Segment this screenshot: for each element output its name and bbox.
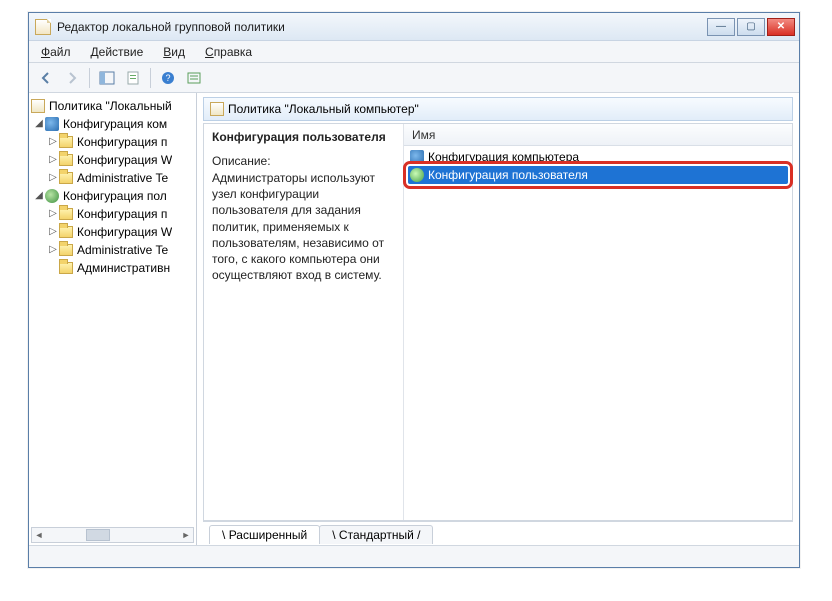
statusbar [29,545,799,567]
pane-header: Политика "Локальный компьютер" [203,97,793,121]
show-hide-tree-button[interactable] [96,67,118,89]
help-button[interactable]: ? [157,67,179,89]
tab-standard[interactable]: \ Стандартный / [319,525,433,544]
details-pane: Политика "Локальный компьютер" Конфигура… [197,93,799,545]
description-text: Администраторы используют узел конфигура… [212,170,395,283]
tree-hscrollbar[interactable]: ◄ ► [31,527,194,543]
tree-item[interactable]: ▷ Конфигурация W [29,223,196,241]
description-label: Описание: [212,154,395,168]
list-item-label: Конфигурация компьютера [428,150,579,164]
description-column: Конфигурация пользователя Описание: Адми… [204,124,404,520]
list-column: Имя Конфигурация компьютера Конфигурация… [404,124,792,520]
close-button[interactable]: ✕ [767,18,795,36]
expand-icon[interactable]: ▷ [47,226,59,238]
menu-help[interactable]: Справка [197,43,260,61]
tree-pane[interactable]: Политика "Локальный ◢ Конфигурация ком ▷… [29,93,197,545]
titlebar[interactable]: Редактор локальной групповой политики — … [29,13,799,41]
computer-icon [410,150,424,164]
collapse-icon[interactable]: ◢ [33,190,45,202]
window-frame: Редактор локальной групповой политики — … [28,12,800,568]
tree-item[interactable]: Административн [29,259,196,277]
description-heading: Конфигурация пользователя [212,130,395,144]
filter-button[interactable] [183,67,205,89]
tree-root[interactable]: Политика "Локальный [29,97,196,115]
folder-icon [59,262,73,274]
expand-icon[interactable]: ▷ [47,208,59,220]
computer-icon [45,117,59,131]
user-icon [410,168,424,182]
toolbar: ? [29,63,799,93]
tree-user-config[interactable]: ◢ Конфигурация пол [29,187,196,205]
expand-icon[interactable]: ▷ [47,172,59,184]
scroll-thumb[interactable] [86,529,110,541]
menu-file[interactable]: Файл [33,43,79,61]
expand-icon[interactable]: ▷ [47,244,59,256]
maximize-button[interactable]: ▢ [737,18,765,36]
user-icon [45,189,59,203]
svg-text:?: ? [165,73,170,83]
folder-icon [59,154,73,166]
tree-item[interactable]: ▷ Administrative Te [29,241,196,259]
menu-action[interactable]: Действие [83,43,152,61]
tree-computer-config[interactable]: ◢ Конфигурация ком [29,115,196,133]
list-item-user-config[interactable]: Конфигурация пользователя [408,166,788,184]
tree-item[interactable]: ▷ Конфигурация W [29,151,196,169]
properties-button[interactable] [122,67,144,89]
tree-item[interactable]: ▷ Конфигурация п [29,133,196,151]
folder-icon [59,226,73,238]
expand-icon[interactable]: ▷ [47,154,59,166]
scroll-left-icon[interactable]: ◄ [32,528,46,542]
expand-icon[interactable]: ▷ [47,136,59,148]
list-item-label: Конфигурация пользователя [428,168,588,182]
folder-icon [59,208,73,220]
policy-icon [210,102,224,116]
column-header-name[interactable]: Имя [404,124,792,146]
nav-forward-button[interactable] [61,67,83,89]
tree-item[interactable]: ▷ Administrative Te [29,169,196,187]
tab-extended[interactable]: \ Расширенный [209,525,320,544]
app-icon [35,19,51,35]
nav-back-button[interactable] [35,67,57,89]
policy-icon [31,99,45,113]
collapse-icon[interactable]: ◢ [33,118,45,130]
menu-view[interactable]: Вид [155,43,193,61]
menubar: Файл Действие Вид Справка [29,41,799,63]
folder-icon [59,172,73,184]
pane-header-title: Политика "Локальный компьютер" [228,102,419,116]
tree-item[interactable]: ▷ Конфигурация п [29,205,196,223]
minimize-button[interactable]: — [707,18,735,36]
window-title: Редактор локальной групповой политики [57,20,707,34]
scroll-right-icon[interactable]: ► [179,528,193,542]
view-tabs: \ Расширенный \ Стандартный / [203,521,793,543]
folder-icon [59,136,73,148]
folder-icon [59,244,73,256]
list-item-computer-config[interactable]: Конфигурация компьютера [408,148,788,166]
